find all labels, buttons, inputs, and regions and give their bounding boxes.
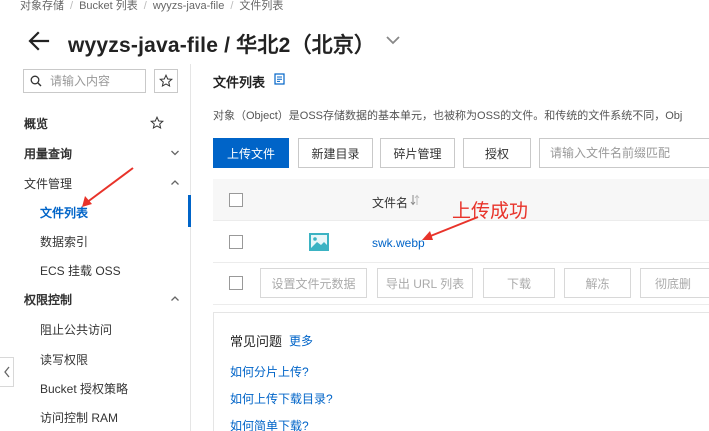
sidebar-item-label: 用量查询	[24, 146, 73, 161]
sidebar-item-label: 数据索引	[40, 234, 89, 249]
table-row: swk.webp	[213, 221, 709, 263]
faq-link[interactable]: 如何简单下载?	[230, 417, 309, 431]
breadcrumb-item-file-list: 文件列表	[239, 0, 284, 12]
chevron-down-icon[interactable]	[384, 31, 402, 49]
breadcrumb-item-bucket[interactable]: wyyzs-java-file	[153, 0, 225, 12]
authorize-button[interactable]: 授权	[463, 138, 531, 168]
sidebar-item-rw-permissions[interactable]: 读写权限	[0, 347, 190, 371]
sidebar-item-label: ECS 挂载 OSS	[40, 263, 121, 278]
sidebar-collapse-button[interactable]	[0, 357, 14, 387]
breadcrumb-separator: /	[230, 0, 234, 12]
page-header: wyyzs-java-file / 华北2（北京）	[0, 22, 709, 64]
delete-permanently-button[interactable]: 彻底删	[640, 268, 709, 298]
breadcrumb-separator: /	[70, 0, 74, 12]
faq-link[interactable]: 如何分片上传?	[230, 363, 309, 380]
download-button[interactable]: 下载	[483, 268, 555, 298]
faq-link[interactable]: 如何上传下载目录?	[230, 390, 333, 407]
sidebar-search-input[interactable]	[50, 74, 140, 88]
sidebar-item-label: 权限控制	[24, 292, 73, 307]
sidebar-item-ram[interactable]: 访问控制 RAM	[0, 405, 190, 429]
column-header-filename[interactable]: 文件名	[372, 194, 408, 211]
unfreeze-button[interactable]: 解冻	[564, 268, 631, 298]
select-all-checkbox[interactable]	[229, 193, 243, 207]
sidebar-item-bucket-policy[interactable]: Bucket 授权策略	[0, 376, 190, 400]
sidebar-item-overview[interactable]: 概览	[0, 111, 190, 135]
file-prefix-filter-input[interactable]	[539, 138, 709, 168]
sort-icon[interactable]	[410, 194, 420, 206]
star-icon[interactable]	[150, 116, 164, 130]
sidebar-item-block-public-access[interactable]: 阻止公共访问	[0, 317, 190, 341]
sidebar-item-file-management[interactable]: 文件管理	[0, 171, 190, 195]
image-file-icon	[309, 233, 329, 251]
star-icon	[159, 74, 173, 88]
document-icon[interactable]	[274, 73, 285, 85]
row-checkbox[interactable]	[229, 235, 243, 249]
main-content: 文件列表 对象（Object）是OSS存储数据的基本单元，也被称为OSS的文件。…	[192, 64, 709, 431]
chevron-up-icon	[171, 180, 179, 185]
chevron-down-icon	[171, 150, 179, 156]
section-description: 对象（Object）是OSS存储数据的基本单元，也被称为OSS的文件。和传统的文…	[213, 110, 683, 122]
faq-panel: 常见问题 更多 如何分片上传? 如何上传下载目录? 如何简单下载?	[213, 312, 709, 431]
file-name-link[interactable]: swk.webp	[372, 236, 425, 250]
batch-select-checkbox[interactable]	[229, 276, 243, 290]
back-arrow-icon[interactable]	[26, 28, 52, 54]
faq-more-link[interactable]: 更多	[289, 332, 313, 349]
breadcrumb-item-bucket-list[interactable]: Bucket 列表	[79, 0, 138, 12]
set-metadata-button[interactable]: 设置文件元数据	[260, 268, 367, 298]
new-directory-button[interactable]: 新建目录	[298, 138, 373, 168]
sidebar-item-label: 文件管理	[24, 176, 73, 191]
breadcrumb: 对象存储 / Bucket 列表 / wyyzs-java-file / 文件列表	[20, 0, 284, 12]
sidebar-item-label: 阻止公共访问	[40, 322, 113, 337]
favorite-button[interactable]	[154, 69, 178, 93]
page-title: wyyzs-java-file / 华北2（北京）	[68, 34, 376, 57]
sidebar: 概览 用量查询 文件管理 文件列表 数据索引 ECS 挂载 OSS 权限控制 阻…	[0, 64, 191, 431]
sidebar-search[interactable]	[23, 69, 146, 93]
section-title: 文件列表	[213, 75, 266, 90]
sidebar-item-usage[interactable]: 用量查询	[0, 141, 190, 165]
breadcrumb-item-oss[interactable]: 对象存储	[20, 0, 64, 12]
export-url-list-button[interactable]: 导出 URL 列表	[377, 268, 473, 298]
search-icon	[30, 75, 42, 87]
sidebar-item-access-control[interactable]: 权限控制	[0, 287, 190, 311]
sidebar-item-ecs-mount[interactable]: ECS 挂载 OSS	[0, 258, 190, 282]
active-indicator	[188, 195, 191, 227]
batch-actions-row: 设置文件元数据 导出 URL 列表 下载 解冻 彻底删	[213, 263, 709, 305]
faq-title: 常见问题	[230, 334, 283, 349]
sidebar-item-label: 文件列表	[40, 205, 89, 220]
annotation-label: 上传成功	[452, 201, 529, 222]
sidebar-item-label: Bucket 授权策略	[40, 381, 129, 396]
sidebar-item-file-list[interactable]: 文件列表	[0, 200, 190, 224]
chevron-up-icon	[171, 296, 179, 301]
chevron-left-icon	[3, 366, 10, 378]
sidebar-item-label: 访问控制 RAM	[40, 410, 119, 425]
upload-button[interactable]: 上传文件	[213, 138, 289, 168]
sidebar-item-label: 概览	[24, 116, 49, 131]
breadcrumb-separator: /	[143, 0, 147, 12]
sidebar-item-data-index[interactable]: 数据索引	[0, 229, 190, 253]
fragment-management-button[interactable]: 碎片管理	[380, 138, 455, 168]
